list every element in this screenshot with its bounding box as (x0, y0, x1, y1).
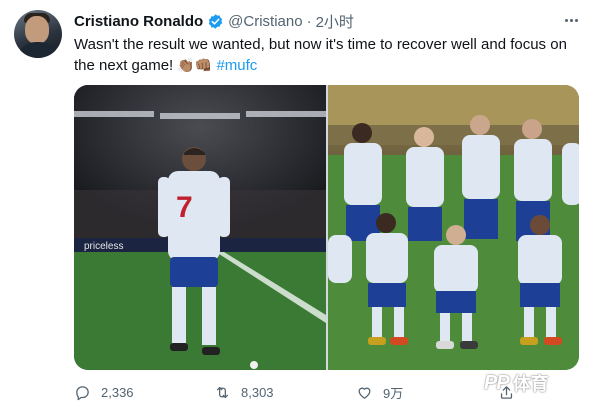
board-text: priceless (84, 241, 123, 252)
avatar[interactable] (14, 10, 62, 58)
avatar-face (25, 16, 49, 44)
author-handle[interactable]: @Cristiano (228, 13, 302, 30)
jersey-number: 7 (176, 191, 193, 224)
avatar-shoulders (16, 42, 60, 58)
heart-icon (358, 387, 371, 399)
author-name[interactable]: Cristiano Ronaldo (74, 13, 203, 30)
team-photo-illustration (328, 85, 579, 370)
watermark-logo: PP (484, 371, 510, 394)
reply-icon (76, 385, 89, 400)
retweet-button[interactable]: 8,303 (214, 381, 274, 403)
media-photo-player[interactable]: priceless 7 (74, 85, 326, 370)
tweet-text-line-1: Wasn't the result we wanted, but now it'… (74, 36, 567, 53)
tweet-text: Wasn't the result we wanted, but now it'… (74, 34, 584, 76)
more-dot-icon (564, 18, 568, 22)
verified-badge-icon (209, 13, 223, 29)
more-options-button[interactable] (560, 10, 582, 30)
more-dot-icon (569, 18, 573, 22)
tweet-text-line-2-prefix: the next game! (74, 57, 178, 74)
clapping-hands-emoji: 👏🏽 (177, 57, 195, 73)
tweet-timestamp[interactable]: 2小时 (316, 11, 354, 32)
tweet-text-line-2: the next game! 👏🏽👊🏽 #mufc (74, 55, 584, 76)
hashtag-link[interactable]: #mufc (216, 57, 257, 74)
retweet-count: 8,303 (241, 384, 274, 400)
fist-bump-emoji: 👊🏽 (194, 57, 213, 73)
retweet-icon (216, 386, 229, 398)
watermark: PP 体育 (484, 368, 584, 398)
watermark-text: 体育 (512, 374, 549, 394)
tweet-media: priceless 7 (74, 85, 579, 370)
reply-button[interactable]: 2,336 (74, 381, 134, 403)
like-count: 9万 (383, 385, 404, 401)
header-separator: · (306, 12, 312, 30)
like-button[interactable]: 9万 (356, 381, 403, 403)
reply-count: 2,336 (101, 384, 134, 400)
tweet-header: Cristiano Ronaldo @Cristiano · 2小时 (74, 11, 354, 31)
more-dot-icon (574, 18, 578, 22)
player-photo-illustration: priceless 7 (74, 85, 326, 370)
media-photo-team[interactable] (328, 85, 579, 370)
